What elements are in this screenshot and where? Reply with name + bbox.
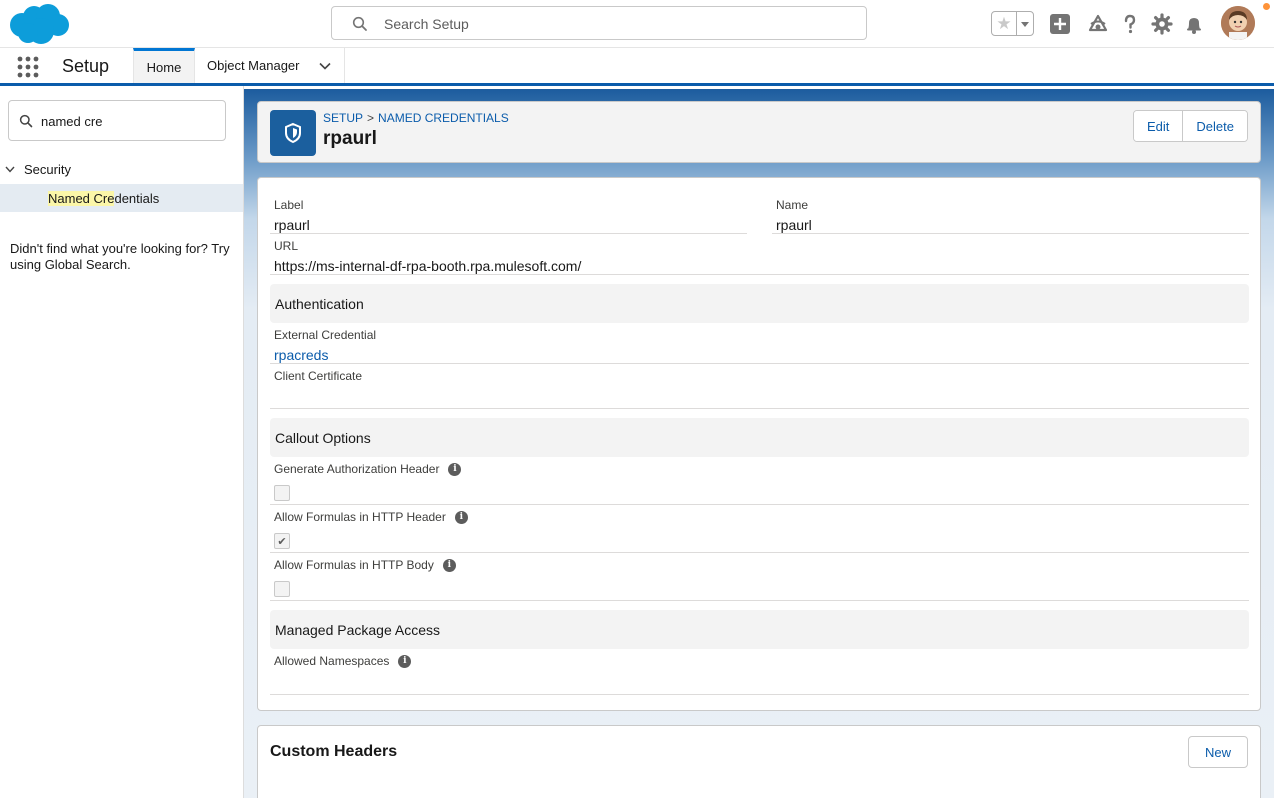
field-external-credential-label: External Credential [274,328,377,342]
named-credential-icon [270,110,316,156]
chevron-down-icon[interactable] [318,59,332,73]
field-client-certificate-label: Client Certificate [274,369,363,383]
info-icon[interactable]: i [448,462,462,476]
field-formulas-body: Allow Formulas in HTTP Body i [274,558,456,597]
setup-sidebar: Security Named Credentials Didn't find w… [0,86,244,798]
field-name: Name rpaurl [776,198,812,235]
section-authentication: Authentication [270,284,1249,323]
nav-bar: Setup Home Object Manager [0,48,1274,86]
custom-headers-title: Custom Headers [270,743,398,760]
breadcrumb-named-credentials[interactable]: NAMED CREDENTIALS [378,111,509,125]
info-icon[interactable]: i [398,654,412,668]
field-generate-auth-header-label: Generate Authorization Header [274,462,440,476]
field-client-certificate: Client Certificate [274,369,362,406]
field-generate-auth-header: Generate Authorization Header i [274,462,462,501]
field-formulas-body-label: Allow Formulas in HTTP Body [274,558,434,572]
bell-icon[interactable] [1182,12,1206,36]
search-icon [19,114,33,128]
page-header: SETUP > NAMED CREDENTIALS rpaurl Edit De… [257,101,1261,163]
tab-home[interactable]: Home [133,48,195,83]
field-allowed-namespaces-label: Allowed Namespaces [274,654,390,668]
field-formulas-header-label: Allow Formulas in HTTP Header [274,510,446,524]
breadcrumb: SETUP > NAMED CREDENTIALS [323,111,509,125]
chevron-down-icon [1021,21,1029,27]
search-icon [352,16,367,31]
quick-find-input[interactable] [41,112,217,130]
detail-card: Label rpaurl Name rpaurl URL https://ms-… [257,177,1261,711]
chevron-down-icon[interactable] [4,163,16,175]
divider [270,274,1249,275]
quick-find[interactable] [8,100,226,141]
tab-object-manager[interactable]: Object Manager [195,48,345,83]
add-icon[interactable] [1048,12,1072,36]
star-icon[interactable]: ★ [992,12,1017,35]
search-highlight: Named Cre [48,190,115,206]
formulas-header-checkbox: ✔ [274,533,290,549]
external-credential-link[interactable]: rpacreds [274,347,328,363]
info-icon[interactable]: i [442,558,456,572]
field-label-label: Label [274,198,304,212]
avatar[interactable] [1221,6,1255,40]
field-url-label: URL [274,239,299,253]
global-header: ★ [0,0,1274,48]
field-name-label: Name [776,198,809,212]
divider [270,694,1249,695]
section-callout-options: Callout Options [270,418,1249,457]
divider [270,233,747,234]
sidebar-item-label: dentials [114,190,160,206]
divider [270,408,1249,409]
edit-button[interactable]: Edit [1134,111,1183,141]
custom-headers-card: Custom Headers New [257,725,1261,798]
field-url: URL https://ms-internal-df-rpa-booth.rpa… [274,239,581,276]
setup-search[interactable] [331,6,867,40]
divider [270,552,1249,553]
section-managed-package-access: Managed Package Access [270,610,1249,649]
new-button[interactable]: New [1187,736,1248,768]
field-allowed-namespaces: Allowed Namespaces i [274,654,412,668]
app-launcher-icon[interactable] [17,56,39,78]
formulas-body-checkbox [274,581,290,597]
divider [270,600,1249,601]
page-title: rpaurl [323,128,377,149]
search-input[interactable] [384,14,844,34]
header-actions: Edit Delete [1133,110,1248,142]
salesforce-logo[interactable] [8,3,70,45]
tree-section-security[interactable]: Security [0,158,243,180]
favorites-group[interactable]: ★ [991,11,1034,36]
favorites-dropdown[interactable] [1017,12,1033,35]
divider [772,233,1249,234]
tab-object-manager-label: Object Manager [207,58,300,73]
field-formulas-header: Allow Formulas in HTTP Header i ✔ [274,510,468,549]
app-name: Setup [62,56,110,76]
not-found-message: Didn't find what you're looking for? Try… [10,241,230,272]
generate-auth-header-checkbox [274,485,290,501]
notification-dot [1263,3,1270,10]
divider [270,363,1249,364]
trailhead-icon[interactable] [1086,12,1110,36]
tree-section-label: Security [24,161,71,177]
delete-button[interactable]: Delete [1182,111,1247,141]
info-icon[interactable]: i [454,510,468,524]
field-client-certificate-value [274,388,362,406]
field-label: Label rpaurl [274,198,310,235]
divider [270,504,1249,505]
field-external-credential: External Credential rpacreds [274,328,376,365]
sidebar-item-named-credentials[interactable]: Named Cre dentials [0,184,243,212]
breadcrumb-separator: > [367,111,375,125]
help-icon[interactable] [1118,12,1142,36]
breadcrumb-setup[interactable]: SETUP [323,111,363,125]
gear-icon[interactable] [1150,12,1174,36]
